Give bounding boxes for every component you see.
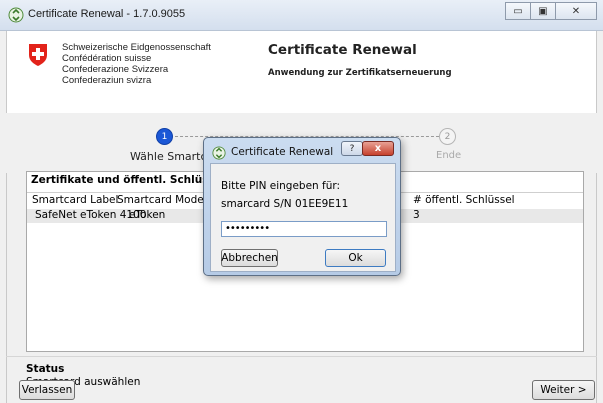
status-title: Status (26, 363, 65, 375)
close-icon: ✕ (571, 5, 581, 17)
cell-model: eToken (129, 209, 166, 221)
cancel-button[interactable]: Abbrechen (221, 249, 278, 267)
dialog-recycle-icon (212, 146, 226, 160)
dialog-close-button[interactable]: x (362, 141, 394, 156)
maximize-icon: ▣ (538, 5, 548, 17)
column-header-label[interactable]: Smartcard Label (32, 194, 118, 206)
minimize-icon: ▭ (513, 5, 523, 17)
pin-target: smarcard S/N 01EE9E11 (221, 198, 349, 210)
close-button[interactable]: ✕ (555, 2, 597, 20)
minimize-button[interactable]: ▭ (505, 2, 531, 20)
dialog-close-icon: x (374, 143, 382, 154)
column-header-keys[interactable]: # öffentl. Schlüssel (413, 194, 515, 206)
app-subtitle: Anwendung zur Zertifikatserneuerung (268, 68, 452, 78)
federation-line-de: Schweizerische Eidgenossenschaft (62, 42, 211, 53)
swiss-coat-of-arms-icon (29, 44, 47, 66)
federation-line-fr: Confédération suisse (62, 53, 152, 64)
next-button[interactable]: Weiter > (532, 380, 595, 400)
column-header-model[interactable]: Smartcard Modell (117, 194, 210, 206)
content-right-border (596, 31, 597, 403)
leave-button[interactable]: Verlassen (19, 380, 75, 400)
help-icon: ? (349, 143, 355, 154)
federation-line-rm: Confederaziun svizra (62, 75, 152, 86)
dialog-body: Bitte PIN eingeben für: smarcard S/N 01E… (210, 163, 396, 272)
pin-dialog: Certificate Renewal ? x Bitte PIN eingeb… (203, 137, 401, 276)
ok-button[interactable]: Ok (325, 249, 386, 267)
pin-prompt: Bitte PIN eingeben für: (221, 180, 341, 192)
step-2-indicator: 2 (439, 128, 456, 145)
dialog-help-button[interactable]: ? (341, 141, 363, 156)
window-title: Certificate Renewal - 1.7.0.9055 (28, 8, 186, 20)
window-titlebar: Certificate Renewal - 1.7.0.9055 ▭ ▣ ✕ (0, 0, 603, 31)
cell-keys: 3 (413, 209, 420, 221)
maximize-button[interactable]: ▣ (530, 2, 556, 20)
app-recycle-icon (8, 7, 24, 23)
dialog-title: Certificate Renewal (231, 146, 334, 158)
step-1-indicator: 1 (156, 128, 173, 145)
window-controls: ▭ ▣ ✕ (505, 2, 597, 22)
federation-line-it: Confederazione Svizzera (62, 64, 169, 75)
app-title: Certificate Renewal (268, 42, 417, 58)
content-left-border (6, 31, 7, 403)
pin-input[interactable]: ••••••••• (221, 221, 387, 237)
federation-names: Schweizerische Eidgenossenschaft Confédé… (62, 42, 211, 86)
app-header: Schweizerische Eidgenossenschaft Confédé… (6, 31, 597, 113)
status-separator (6, 356, 597, 357)
step-2-label: Ende (436, 150, 462, 161)
